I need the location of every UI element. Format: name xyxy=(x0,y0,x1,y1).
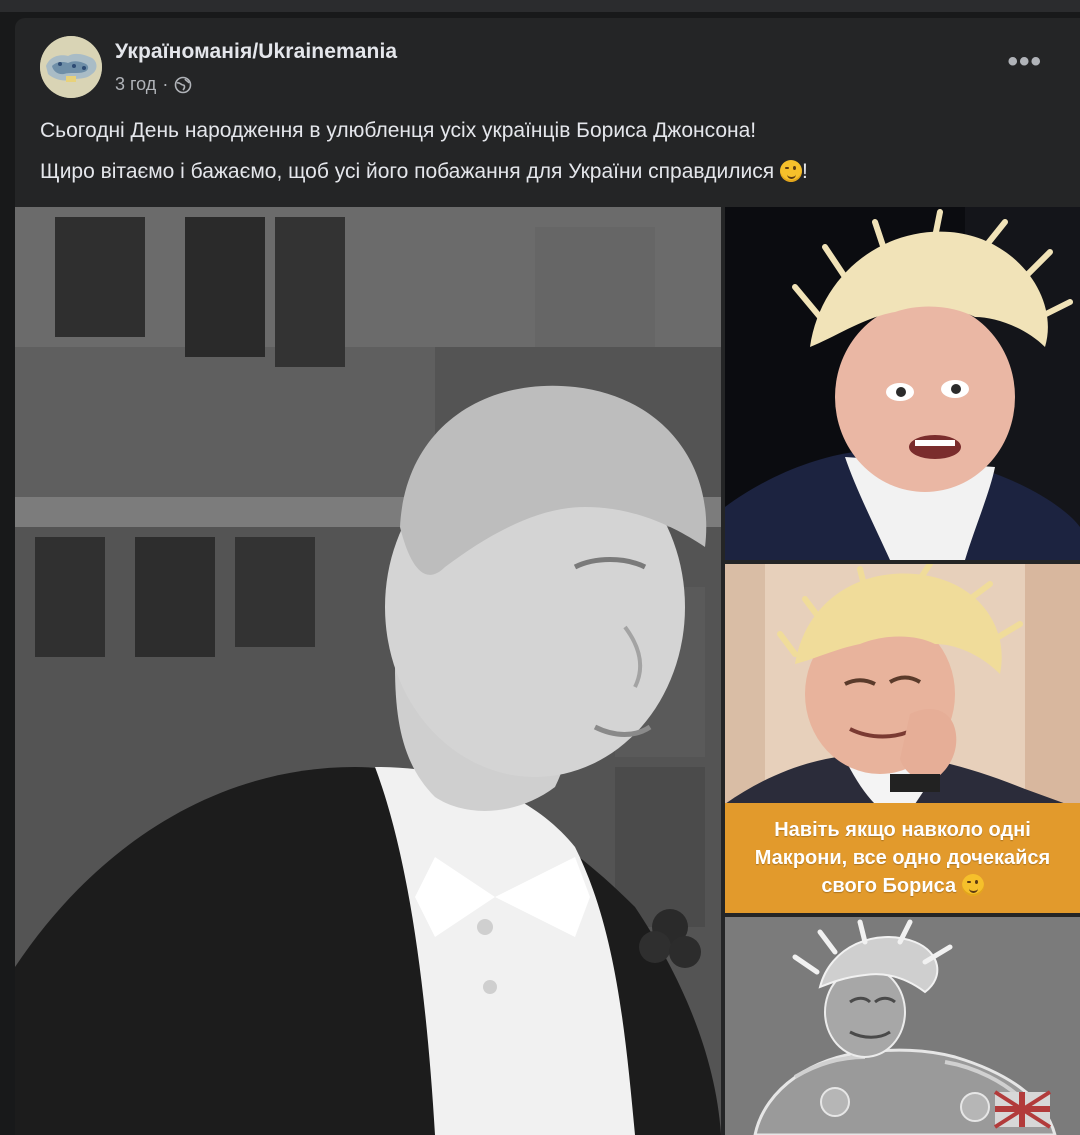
black-and-white-portrait-illustration xyxy=(15,207,721,1135)
meta-separator: · xyxy=(162,74,169,94)
meme-caption-line-2: Макрони, все одно дочекайся xyxy=(754,847,1051,869)
meme-caption-line-3: свого Бориса xyxy=(755,872,1050,900)
armor-illustration xyxy=(725,917,1080,1135)
page-avatar[interactable] xyxy=(40,36,102,98)
post-text-line-1: Сьогодні День народження в улюбленця усі… xyxy=(40,119,757,142)
meme-caption-band: Навіть якщо навколо одні Макрони, все од… xyxy=(725,803,1080,913)
post-meta: 3 год · xyxy=(115,74,192,95)
smirking-face-emoji xyxy=(961,874,984,896)
page-name[interactable]: Україноманія/Ukrainemania xyxy=(115,40,397,64)
post-text-line-2-suffix: ! xyxy=(801,160,808,183)
more-options-icon[interactable]: ••• xyxy=(1007,47,1042,77)
main-photo[interactable] xyxy=(15,207,721,1135)
ukraine-map-illustration xyxy=(40,36,102,98)
post-card: Україноманія/Ukrainemania 3 год · ••• Сь… xyxy=(15,18,1080,1135)
side-photo-2[interactable]: Навіть якщо навколо одні Макрони, все од… xyxy=(725,564,1080,913)
color-portrait-illustration xyxy=(725,207,1080,560)
post-text-line-2: Щиро вітаємо і бажаємо, щоб усі його поб… xyxy=(40,157,1060,186)
post-time[interactable]: 3 год xyxy=(115,74,156,95)
top-bar xyxy=(0,0,1080,12)
post-text: Сьогодні День народження в улюбленця усі… xyxy=(40,116,1060,198)
winking-face-emoji xyxy=(779,160,802,182)
meme-caption: Навіть якщо навколо одні Макрони, все од… xyxy=(749,816,1056,900)
post-text-line-2-prefix: Щиро вітаємо і бажаємо, щоб усі його поб… xyxy=(40,160,780,183)
globe-icon[interactable] xyxy=(174,76,192,94)
meme-caption-line-1: Навіть якщо навколо одні xyxy=(774,819,1031,841)
side-photo-3[interactable] xyxy=(725,917,1080,1135)
side-photo-1[interactable] xyxy=(725,207,1080,560)
